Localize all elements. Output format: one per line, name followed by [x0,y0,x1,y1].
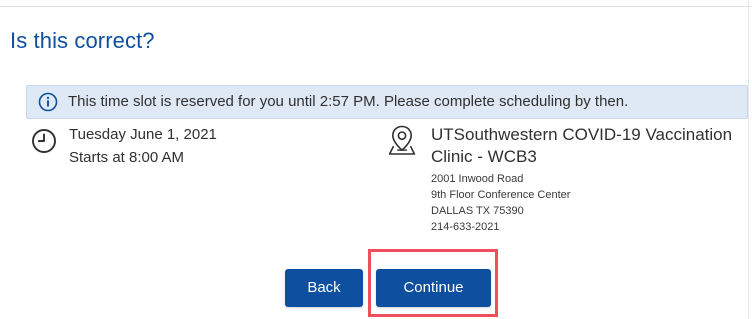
right-divider [748,0,749,319]
back-button[interactable]: Back [285,269,363,307]
appointment-start-time: Starts at 8:00 AM [69,149,185,166]
address-line: 2001 Inwood Road [431,173,524,185]
appointment-date: Tuesday June 1, 2021 [69,126,217,143]
clinic-name: UTSouthwestern COVID-19 Vaccination Clin… [431,125,733,166]
appointment-time-block [30,126,60,156]
address-line: 9th Floor Conference Center [431,189,571,201]
clinic-address: 2001 Inwood Road 9th Floor Conference Ce… [431,171,570,235]
clock-icon [32,129,56,153]
location-icon [388,125,416,155]
continue-button[interactable]: Continue [376,269,491,307]
info-icon [38,92,58,112]
address-line: DALLAS TX 75390 [431,205,524,217]
clinic-phone: 214-633-2021 [431,221,500,233]
reservation-notice-text: This time slot is reserved for you until… [68,93,629,110]
appointment-confirmation-page: Is this correct? This time slot is reser… [0,0,752,319]
reservation-notice: This time slot is reserved for you until… [26,85,748,119]
top-divider [0,0,752,7]
page-title: Is this correct? [10,28,155,53]
location-block [388,123,416,157]
